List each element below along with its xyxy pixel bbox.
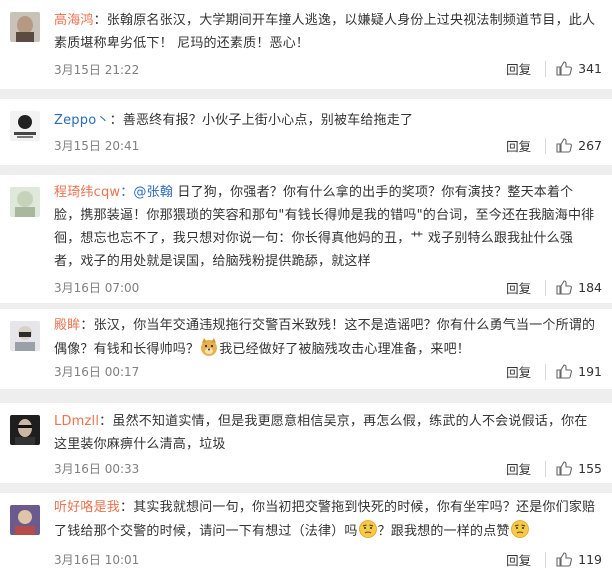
thumbs-up-icon: [556, 280, 573, 295]
like-count: 341: [578, 61, 602, 76]
comment-text: ：善恶终有报？小伙子上街小心点，别被车给拖走了: [109, 113, 414, 128]
timestamp: 3月15日 20:41: [54, 139, 140, 153]
divider: [545, 363, 547, 380]
like-count: 155: [578, 461, 602, 476]
comment-item: 程琦纬cqw：@张翰 日了狗，你强者？你有什么拿的出手的奖项？你有演技？整天本着…: [0, 175, 612, 303]
reply-button[interactable]: 回复: [506, 278, 531, 297]
username[interactable]: 殿眸: [54, 318, 80, 333]
thinking-emoji-icon: [358, 519, 378, 539]
divider: [545, 60, 547, 77]
comment-text: ：张翰原名张汉，大学期间开车撞人逃逸，以嫌疑人身份上过央视法制频道节目，此人素质…: [54, 13, 596, 51]
comment-item: LDmzll：虽然不知道实情，但是我更愿意相信吴京，再怎么假，练武的人不会说假话…: [0, 403, 612, 483]
like-button[interactable]: 184: [556, 280, 602, 295]
divider: [545, 279, 547, 296]
username[interactable]: 程琦纬cqw: [54, 185, 120, 200]
reply-button[interactable]: 回复: [506, 59, 531, 78]
timestamp: 3月15日 21:22: [54, 63, 140, 77]
comment-text-continued: ？跟我想的一样的点赞: [377, 524, 510, 539]
avatar[interactable]: [10, 415, 40, 445]
timestamp: 3月16日 10:01: [54, 553, 140, 567]
thumbs-up-icon: [556, 461, 573, 476]
comment-item: 殿眸：张汉，你当年交通违规拖行交警百米致残！这不是造谣吧？你有什么勇气当一个所谓…: [0, 309, 612, 389]
thumbs-up-icon: [556, 138, 573, 153]
like-button[interactable]: 155: [556, 461, 602, 476]
divider: [545, 551, 547, 568]
like-button[interactable]: 119: [556, 552, 602, 567]
reply-button[interactable]: 回复: [506, 136, 531, 155]
comment-text-continued: 我已经做好了被脑残攻击心理准备，来吧！: [219, 342, 471, 357]
like-count: 184: [578, 280, 602, 295]
thumbs-up-icon: [556, 61, 573, 76]
mention-link[interactable]: ：@张翰: [120, 185, 173, 200]
doge-emoji-icon: [199, 337, 219, 357]
like-count: 119: [578, 552, 602, 567]
timestamp: 3月16日 07:00: [54, 281, 140, 295]
username[interactable]: 高海鸿: [54, 13, 94, 28]
avatar[interactable]: [10, 111, 40, 141]
comment-text: ：虽然不知道实情，但是我更愿意相信吴京，再怎么假，练武的人不会说假话，你在这里装…: [54, 414, 588, 452]
like-count: 267: [578, 138, 602, 153]
divider: [545, 137, 547, 154]
avatar[interactable]: [10, 12, 40, 42]
thumbs-up-icon: [556, 552, 573, 567]
like-button[interactable]: 191: [556, 364, 602, 379]
reply-button[interactable]: 回复: [506, 362, 531, 381]
avatar[interactable]: [10, 505, 40, 535]
reply-button[interactable]: 回复: [506, 550, 531, 569]
avatar[interactable]: [10, 321, 40, 351]
username[interactable]: LDmzll: [54, 414, 99, 429]
timestamp: 3月16日 00:17: [54, 365, 140, 379]
username[interactable]: Zeppo丶: [54, 113, 110, 128]
comment-feed: 高海鸿：张翰原名张汉，大学期间开车撞人逃逸，以嫌疑人身份上过央视法制频道节目，此…: [0, 0, 612, 577]
username[interactable]: 听好咯是我: [54, 500, 120, 515]
timestamp: 3月16日 00:33: [54, 462, 140, 476]
thinking-emoji-icon: [510, 519, 530, 539]
comment-item: Zeppo丶：善恶终有报？小伙子上街小心点，别被车给拖走了 3月15日 20:4…: [0, 99, 612, 165]
like-count: 191: [578, 364, 602, 379]
comment-item: 高海鸿：张翰原名张汉，大学期间开车撞人逃逸，以嫌疑人身份上过央视法制频道节目，此…: [0, 0, 612, 89]
reply-button[interactable]: 回复: [506, 459, 531, 478]
thumbs-up-icon: [556, 364, 573, 379]
like-button[interactable]: 341: [556, 61, 602, 76]
divider: [545, 460, 547, 477]
comment-item: 听好咯是我：其实我就想问一句，你当初把交警拖到快死的时候，你有坐牢吗？还是你们家…: [0, 493, 612, 577]
avatar[interactable]: [10, 187, 40, 217]
like-button[interactable]: 267: [556, 138, 602, 153]
